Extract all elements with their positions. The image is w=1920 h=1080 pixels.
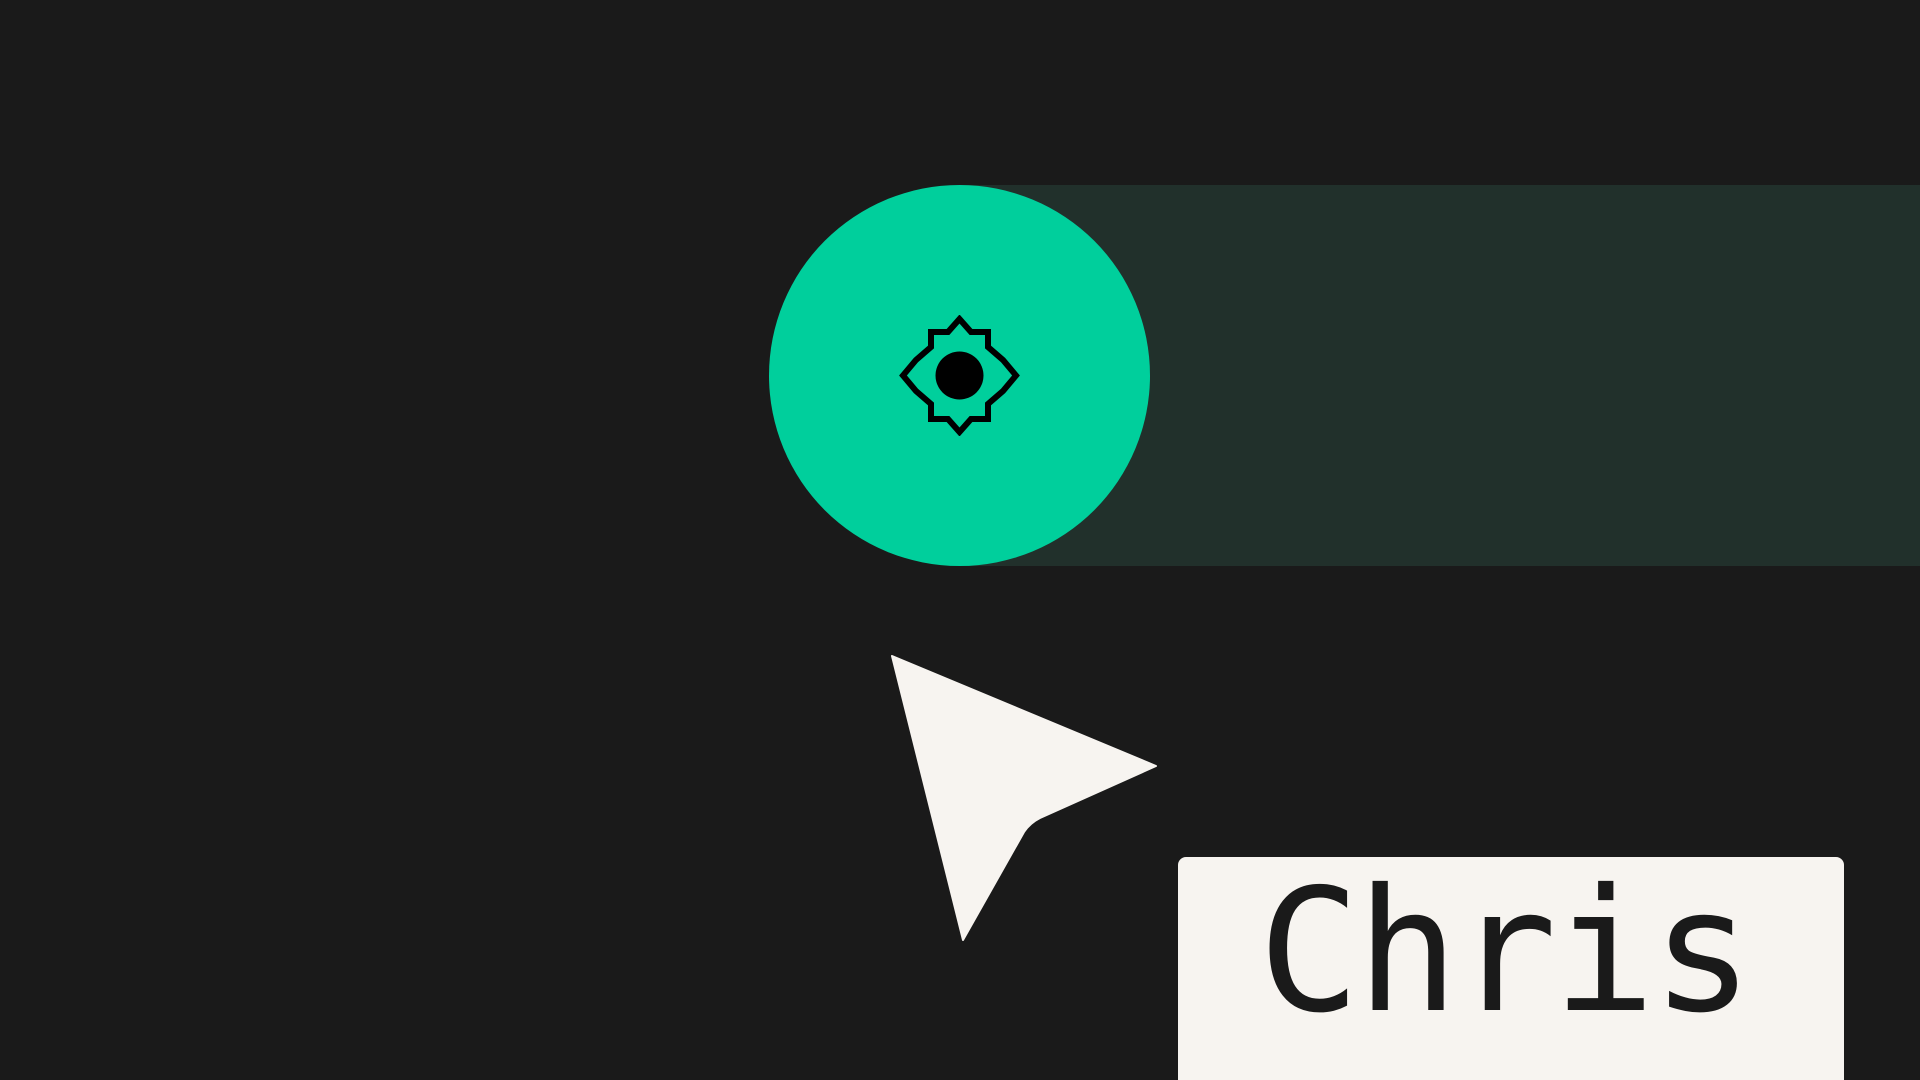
toggle-knob[interactable] xyxy=(769,185,1150,566)
collaborator-name-tag: Chris xyxy=(1178,857,1844,1080)
canvas: Chris xyxy=(0,0,1920,1080)
collaborator-name: Chris xyxy=(1258,853,1754,1051)
pointer-arrow-icon xyxy=(891,655,1157,941)
brightness-icon xyxy=(899,315,1020,436)
